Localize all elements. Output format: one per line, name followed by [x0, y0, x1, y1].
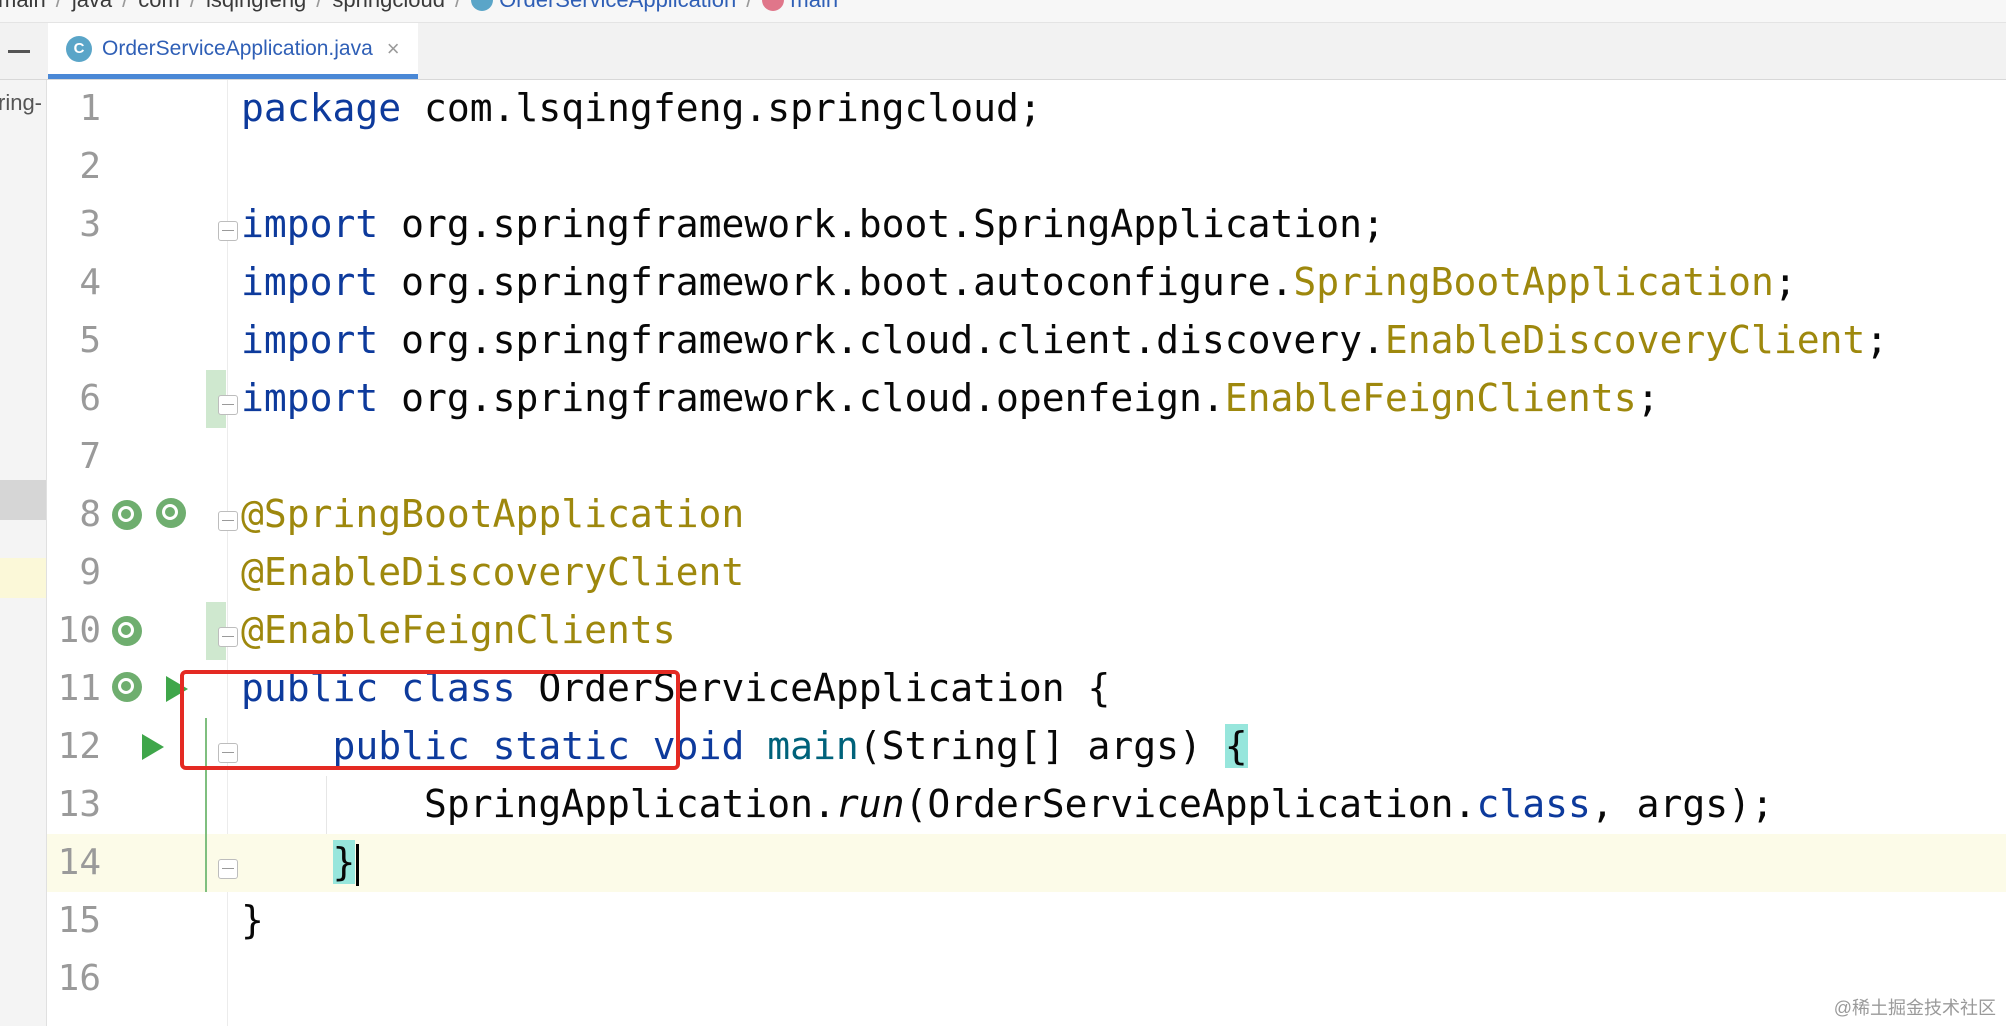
line-text: @EnableFeignClients [241, 608, 676, 652]
line-number: 8 [79, 494, 101, 535]
editor-tab-bar: C OrderServiceApplication.java × [0, 23, 2006, 80]
tab-label: OrderServiceApplication.java [102, 36, 373, 60]
code-line-7: 7 [47, 428, 2006, 486]
breadcrumb-item-method[interactable]: main [762, 0, 838, 13]
line-text: } [241, 898, 264, 942]
breadcrumb-item-main[interactable]: main/ [0, 0, 72, 13]
fold-icon[interactable] [218, 511, 238, 531]
breadcrumb-item-springcloud[interactable]: springcloud/ [332, 0, 471, 13]
spring-bean-icon[interactable] [112, 616, 142, 646]
spring-bean-icon[interactable] [112, 500, 142, 530]
code-line-9: 9 @EnableDiscoveryClient [47, 544, 2006, 602]
code-line-1: 1 package com.lsqingfeng.springcloud; [47, 80, 2006, 138]
line-number: 6 [79, 378, 101, 419]
line-text: @SpringBootApplication [241, 492, 745, 536]
line-text: package com.lsqingfeng.springcloud; [241, 86, 1042, 130]
line-number: 1 [79, 88, 101, 129]
code-line-2: 2 [47, 138, 2006, 196]
indent-guide [326, 776, 327, 834]
line-text: import org.springframework.cloud.client.… [241, 318, 1889, 362]
line-text: @EnableDiscoveryClient [241, 550, 745, 594]
tab-order-service-application[interactable]: C OrderServiceApplication.java × [48, 23, 418, 79]
method-icon [762, 0, 785, 11]
breadcrumb-item-class[interactable]: OrderServiceApplication/ [471, 0, 762, 13]
code-line-13: 13 SpringApplication.run(OrderServiceApp… [47, 776, 2006, 834]
code-line-6: 6 import org.springframework.cloud.openf… [47, 370, 2006, 428]
code-line-15: 15 } [47, 892, 2006, 950]
code-line-14-current: 14 } [47, 834, 2006, 892]
line-number: 14 [57, 842, 101, 883]
line-number: 7 [79, 436, 101, 477]
line-number: 13 [57, 784, 101, 825]
spring-class-icon[interactable] [112, 672, 142, 702]
fold-icon[interactable] [218, 221, 238, 241]
code-line-4: 4 import org.springframework.boot.autoco… [47, 254, 2006, 312]
line-number: 5 [79, 320, 101, 361]
line-text: SpringApplication.run(OrderServiceApplic… [424, 782, 1774, 826]
code-line-10: 10 @EnableFeignClients [47, 602, 2006, 660]
line-number: 15 [57, 900, 101, 941]
code-editor[interactable]: 1 package com.lsqingfeng.springcloud; 2 … [0, 80, 2006, 1026]
close-icon[interactable]: × [387, 36, 400, 62]
line-number: 3 [79, 204, 101, 245]
line-text: import org.springframework.boot.autoconf… [241, 260, 1797, 304]
run-main-icon[interactable] [142, 734, 164, 760]
fold-icon[interactable] [218, 859, 238, 879]
fold-icon[interactable] [218, 627, 238, 647]
spring-boot-check-icon[interactable] [156, 498, 186, 528]
code-line-3: 3 import org.springframework.boot.Spring… [47, 196, 2006, 254]
line-text: import org.springframework.cloud.openfei… [241, 376, 1660, 420]
line-number: 12 [57, 726, 101, 767]
line-number: 16 [57, 958, 101, 999]
breadcrumb-item-java[interactable]: java/ [72, 0, 138, 13]
line-number: 10 [57, 610, 101, 651]
class-icon [471, 0, 494, 11]
code-line-16: 16 [47, 950, 2006, 1008]
collapse-icon[interactable] [8, 50, 30, 53]
line-text: import org.springframework.boot.SpringAp… [241, 202, 1385, 246]
breadcrumb-item-lsqingfeng[interactable]: lsqingfeng/ [206, 0, 332, 13]
code-line-5: 5 import org.springframework.cloud.clien… [47, 312, 2006, 370]
watermark: @稀土掘金技术社区 [1833, 998, 1996, 1018]
line-number: 2 [79, 146, 101, 187]
line-number: 4 [79, 262, 101, 303]
line-number: 11 [57, 668, 101, 709]
breadcrumb-item-com[interactable]: com/ [138, 0, 206, 13]
highlight-box [180, 670, 680, 770]
fold-icon[interactable] [218, 395, 238, 415]
line-number: 9 [79, 552, 101, 593]
breadcrumb: main/ java/ com/ lsqingfeng/ springcloud… [0, 0, 2006, 23]
text-caret [356, 843, 360, 886]
code-line-8: 8 @SpringBootApplication [47, 486, 2006, 544]
java-class-icon: C [66, 35, 92, 62]
line-text: } [241, 840, 360, 886]
